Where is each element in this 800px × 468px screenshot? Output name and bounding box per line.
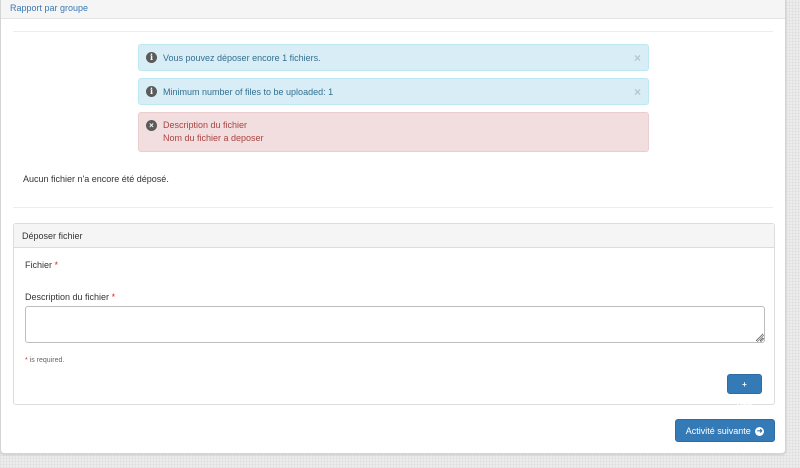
alert-minimum-files: i Minimum number of files to be uploaded… [138, 78, 649, 105]
error-line: Description du fichier [163, 120, 248, 130]
upload-panel-title: Déposer fichier [22, 231, 83, 241]
file-label: Fichier * [25, 260, 59, 270]
alert-text: Minimum number of files to be uploaded: … [163, 87, 334, 97]
arrow-right-circle-icon: ➜ [755, 427, 765, 437]
info-circle-icon: i [146, 52, 157, 63]
alert-error-list: Description du fichier Nom du fichier a … [163, 119, 264, 145]
required-marker: * [54, 260, 59, 270]
alert-validation-errors: × Description du fichier Nom du fichier … [138, 112, 649, 152]
upload-panel-heading: Déposer fichier [14, 224, 774, 248]
required-note: * is required. [25, 357, 65, 364]
close-icon[interactable]: × [634, 86, 641, 98]
plus-icon: + [742, 380, 747, 389]
description-label: Description du fichier * [25, 292, 116, 302]
info-circle-icon: i [146, 86, 157, 97]
upload-panel: Déposer fichier Fichier * Description du… [13, 223, 775, 407]
close-icon[interactable]: × [634, 52, 641, 64]
next-button-label: Activité suivante [685, 426, 751, 436]
description-textarea[interactable] [25, 306, 765, 343]
remove-circle-icon: × [146, 120, 157, 131]
panel-title-link[interactable]: Rapport par groupe [10, 3, 88, 13]
divider [13, 31, 773, 32]
panel-heading: Rapport par groupe [1, 0, 785, 19]
error-line: Nom du fichier a deposer [163, 133, 264, 143]
empty-files-message: Aucun fichier n'a encore été déposé. [23, 174, 169, 184]
next-activity-button[interactable]: Activité suivante ➜ [675, 419, 775, 442]
alert-text: Vous pouvez déposer encore 1 fichiers. [163, 53, 321, 63]
required-marker: * [111, 292, 116, 302]
alert-remaining-files: i Vous pouvez déposer encore 1 fichiers.… [138, 44, 649, 71]
main-panel: Rapport par groupe i Vous pouvez déposer… [0, 0, 786, 454]
add-file-button[interactable]: + Add [727, 374, 762, 407]
add-button-label: Add [736, 398, 753, 407]
divider [13, 207, 773, 208]
